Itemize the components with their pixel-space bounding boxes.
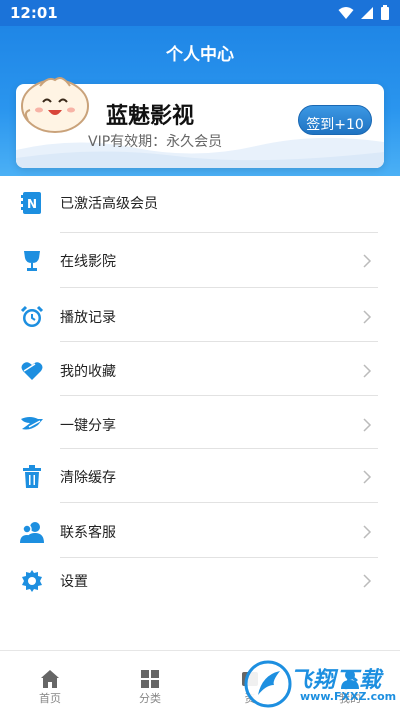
menu-item-vip[interactable]: N 已激活高级会员 — [0, 176, 400, 230]
vip-card-icon: N — [20, 191, 44, 215]
chevron-right-icon — [363, 310, 372, 324]
checkin-button[interactable]: 签到+10 — [298, 105, 372, 135]
chevron-right-icon — [363, 418, 372, 432]
divider — [60, 287, 378, 288]
checkin-button-label: 签到+10 — [306, 117, 364, 133]
nav-home[interactable]: 首页 — [0, 651, 100, 711]
menu-item-label: 清除缓存 — [60, 470, 116, 486]
page-title: 个人中心 — [166, 45, 234, 65]
cup-icon — [20, 249, 44, 273]
gear-icon — [20, 569, 44, 593]
divider — [60, 341, 378, 342]
status-time: 12:01 — [10, 4, 58, 22]
alarm-clock-icon — [20, 305, 44, 329]
menu-item-favorites[interactable]: 我的收藏 — [0, 344, 400, 398]
trash-icon — [20, 465, 44, 489]
nav-label: 首页 — [39, 692, 61, 705]
battery-icon — [381, 5, 389, 20]
divider — [60, 395, 378, 396]
svg-text:N: N — [27, 197, 37, 211]
menu-item-label: 播放记录 — [60, 310, 116, 326]
chevron-right-icon — [363, 364, 372, 378]
heart-icon — [20, 359, 44, 383]
divider — [60, 502, 378, 503]
share-icon — [20, 413, 44, 437]
chevron-right-icon — [363, 574, 372, 588]
menu-item-label: 联系客服 — [60, 525, 116, 541]
menu-item-label: 已激活高级会员 — [60, 196, 158, 212]
chevron-right-icon — [363, 470, 372, 484]
user-name: 蓝魅影视 — [106, 104, 195, 129]
avatar[interactable] — [18, 72, 92, 134]
status-icons — [338, 5, 390, 21]
people-icon — [20, 520, 44, 544]
chevron-right-icon — [363, 525, 372, 539]
menu-item-history[interactable]: 播放记录 — [0, 290, 400, 344]
vip-status: VIP有效期：永久会员 — [88, 134, 223, 150]
signal-icon — [361, 7, 373, 19]
wifi-icon — [338, 7, 354, 19]
nav-category[interactable]: 分类 — [100, 651, 200, 711]
grid-icon — [141, 670, 159, 688]
divider — [60, 232, 378, 233]
menu-item-label: 在线影院 — [60, 254, 116, 270]
menu-item-settings[interactable]: 设置 — [0, 554, 400, 608]
menu-item-online-cinema[interactable]: 在线影院 — [0, 234, 400, 288]
chevron-right-icon — [363, 254, 372, 268]
watermark-url: www.FXXZ.com — [300, 690, 397, 703]
menu-item-share[interactable]: 一键分享 — [0, 398, 400, 452]
home-icon — [41, 670, 59, 688]
menu-item-clear-cache[interactable]: 清除缓存 — [0, 450, 400, 504]
nav-label: 分类 — [139, 692, 161, 705]
status-bar: 12:01 — [0, 0, 400, 26]
menu-item-customer-service[interactable]: 联系客服 — [0, 505, 400, 559]
menu-item-label: 一键分享 — [60, 418, 116, 434]
menu-item-label: 我的收藏 — [60, 364, 116, 380]
divider — [60, 448, 378, 449]
menu-item-label: 设置 — [60, 574, 88, 590]
